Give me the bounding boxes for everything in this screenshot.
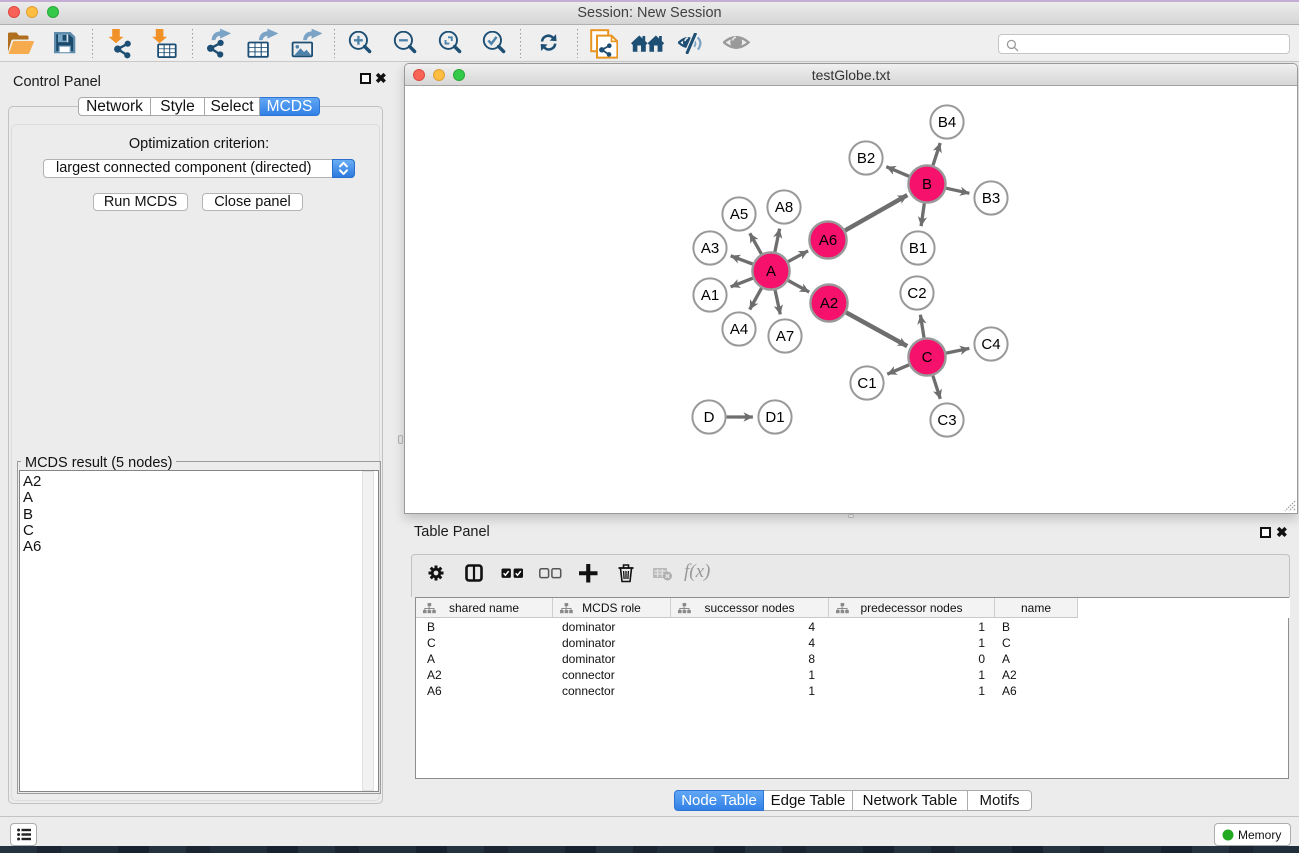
svg-text:B2: B2: [857, 150, 875, 167]
svg-text:A7: A7: [776, 328, 794, 345]
svg-text:C2: C2: [907, 285, 926, 302]
svg-text:f(x): f(x): [684, 562, 710, 582]
svg-text:A8: A8: [775, 199, 793, 216]
svg-text:B4: B4: [938, 114, 956, 131]
svg-text:C3: C3: [937, 412, 956, 429]
svg-text:A1: A1: [701, 287, 719, 304]
svg-text:D: D: [704, 409, 715, 426]
svg-text:C4: C4: [981, 336, 1000, 353]
svg-text:B3: B3: [982, 190, 1000, 207]
svg-text:A5: A5: [730, 206, 748, 223]
svg-text:A6: A6: [819, 232, 837, 249]
svg-text:C1: C1: [857, 375, 876, 392]
svg-text:A2: A2: [820, 295, 838, 312]
svg-text:A4: A4: [730, 321, 748, 338]
svg-text:A3: A3: [701, 240, 719, 257]
svg-text:B1: B1: [909, 240, 927, 257]
svg-text:B: B: [922, 176, 932, 193]
svg-text:C: C: [922, 349, 933, 366]
svg-text:D1: D1: [765, 409, 784, 426]
svg-text:A: A: [766, 263, 776, 280]
